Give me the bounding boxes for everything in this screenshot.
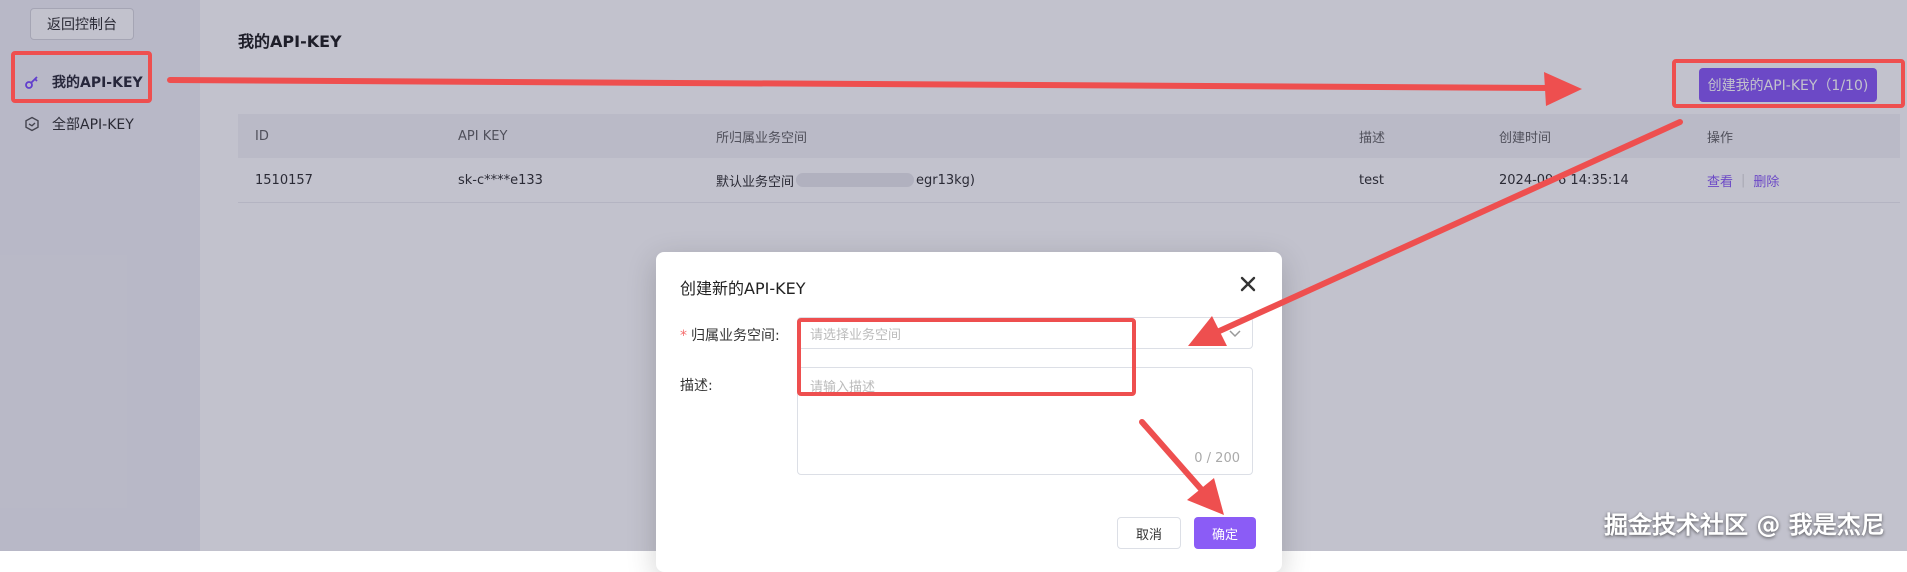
workspace-label: * 归属业务空间: [680,328,780,344]
create-api-key-dialog: 创建新的API-KEY * 归属业务空间: 请选择业务空间 描述: 请输入描述 0… [656,252,1282,572]
char-counter: 0 / 200 [1194,451,1240,466]
dialog-title: 创建新的API-KEY [680,279,806,298]
annotation-highlight-create [1672,59,1905,108]
watermark: 掘金技术社区 @ 我是杰尼 [1604,511,1885,539]
confirm-button[interactable]: 确定 [1194,517,1256,549]
chevron-down-icon [1228,326,1242,340]
description-label: 描述: [680,378,713,394]
required-star: * [680,328,687,344]
cancel-button[interactable]: 取消 [1117,517,1181,549]
close-icon[interactable] [1238,274,1258,294]
annotation-highlight-sidebar [11,51,152,103]
annotation-highlight-form [797,318,1136,396]
